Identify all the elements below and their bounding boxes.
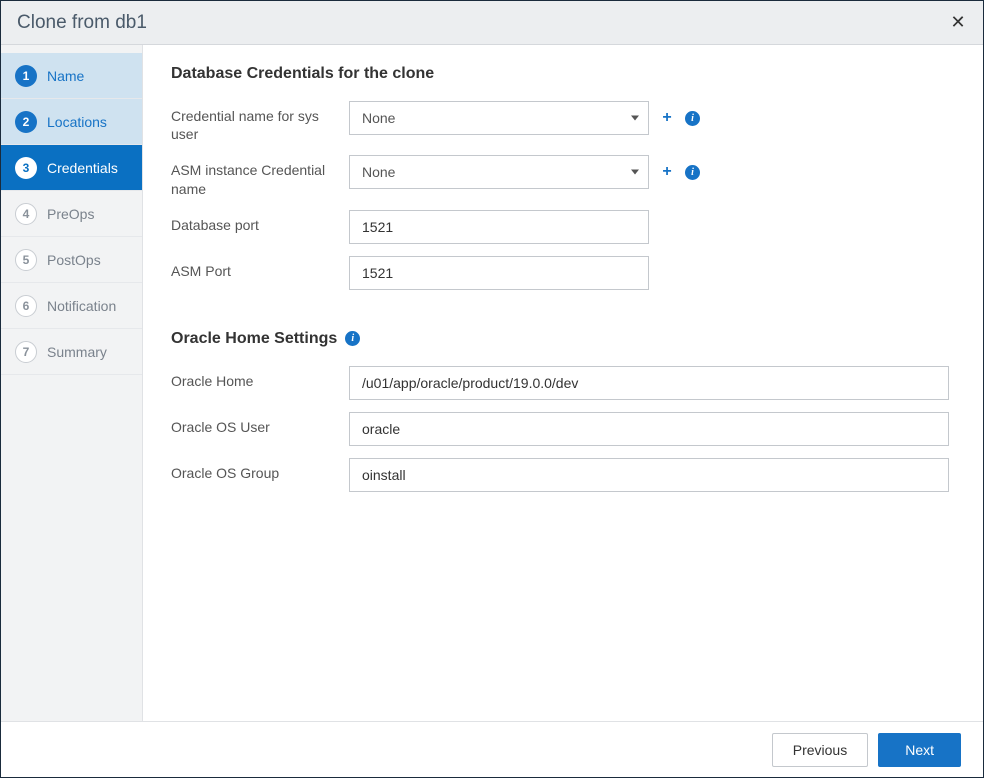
asm-credential-row: ASM instance Credential name None + i	[171, 155, 955, 197]
step-number: 7	[15, 341, 37, 363]
oracle-home-input[interactable]	[349, 366, 949, 400]
step-summary[interactable]: 7 Summary	[1, 329, 142, 375]
add-sys-credential-button[interactable]: +	[659, 109, 675, 127]
step-label: Locations	[47, 114, 107, 130]
step-number: 2	[15, 111, 37, 133]
step-locations[interactable]: 2 Locations	[1, 99, 142, 145]
step-name[interactable]: 1 Name	[1, 53, 142, 99]
step-label: Credentials	[47, 160, 118, 176]
close-icon: ✕	[950, 12, 965, 32]
step-label: PreOps	[47, 206, 94, 222]
step-number: 1	[15, 65, 37, 87]
dialog-header: Clone from db1 ✕	[1, 1, 983, 45]
dialog-title: Clone from db1	[17, 12, 147, 34]
select-display: None	[349, 155, 649, 189]
oracle-os-user-input[interactable]	[349, 412, 949, 446]
step-number: 6	[15, 295, 37, 317]
close-button[interactable]: ✕	[947, 11, 969, 33]
oracle-home-info-icon[interactable]: i	[345, 331, 360, 346]
step-label: Notification	[47, 298, 116, 314]
plus-icon: +	[662, 109, 671, 126]
sys-credential-info-icon[interactable]: i	[685, 111, 700, 126]
wizard-sidebar: 1 Name 2 Locations 3 Credentials 4 PreOp…	[1, 45, 143, 721]
previous-button[interactable]: Previous	[772, 733, 868, 767]
step-preops[interactable]: 4 PreOps	[1, 191, 142, 237]
asm-credential-select[interactable]: None	[349, 155, 649, 189]
step-label: Summary	[47, 344, 107, 360]
asm-port-row: ASM Port	[171, 256, 955, 290]
select-display: None	[349, 101, 649, 135]
step-label: PostOps	[47, 252, 101, 268]
sys-credential-row: Credential name for sys user None + i	[171, 101, 955, 143]
asm-port-input[interactable]	[349, 256, 649, 290]
asm-port-label: ASM Port	[171, 256, 349, 280]
step-label: Name	[47, 68, 84, 84]
step-postops[interactable]: 5 PostOps	[1, 237, 142, 283]
sys-credential-select[interactable]: None	[349, 101, 649, 135]
content-panel: Database Credentials for the clone Crede…	[143, 45, 983, 721]
clone-dialog: Clone from db1 ✕ 1 Name 2 Locations 3 Cr…	[0, 0, 984, 778]
oracle-os-user-label: Oracle OS User	[171, 412, 349, 436]
oracle-os-group-row: Oracle OS Group	[171, 458, 955, 492]
step-number: 5	[15, 249, 37, 271]
oracle-os-user-row: Oracle OS User	[171, 412, 955, 446]
step-notification[interactable]: 6 Notification	[1, 283, 142, 329]
db-port-row: Database port	[171, 210, 955, 244]
oracle-os-group-label: Oracle OS Group	[171, 458, 349, 482]
sys-credential-label: Credential name for sys user	[171, 101, 349, 143]
oracle-home-label: Oracle Home	[171, 366, 349, 390]
oracle-home-row: Oracle Home	[171, 366, 955, 400]
plus-icon: +	[662, 163, 671, 180]
oracle-os-group-input[interactable]	[349, 458, 949, 492]
credentials-section-title: Database Credentials for the clone	[171, 65, 955, 83]
step-number: 3	[15, 157, 37, 179]
asm-credential-label: ASM instance Credential name	[171, 155, 349, 197]
add-asm-credential-button[interactable]: +	[659, 163, 675, 181]
step-credentials[interactable]: 3 Credentials	[1, 145, 142, 191]
oracle-home-section-title: Oracle Home Settings i	[171, 330, 955, 348]
next-button[interactable]: Next	[878, 733, 961, 767]
db-port-label: Database port	[171, 210, 349, 234]
dialog-footer: Previous Next	[1, 721, 983, 777]
db-port-input[interactable]	[349, 210, 649, 244]
asm-credential-info-icon[interactable]: i	[685, 165, 700, 180]
step-number: 4	[15, 203, 37, 225]
